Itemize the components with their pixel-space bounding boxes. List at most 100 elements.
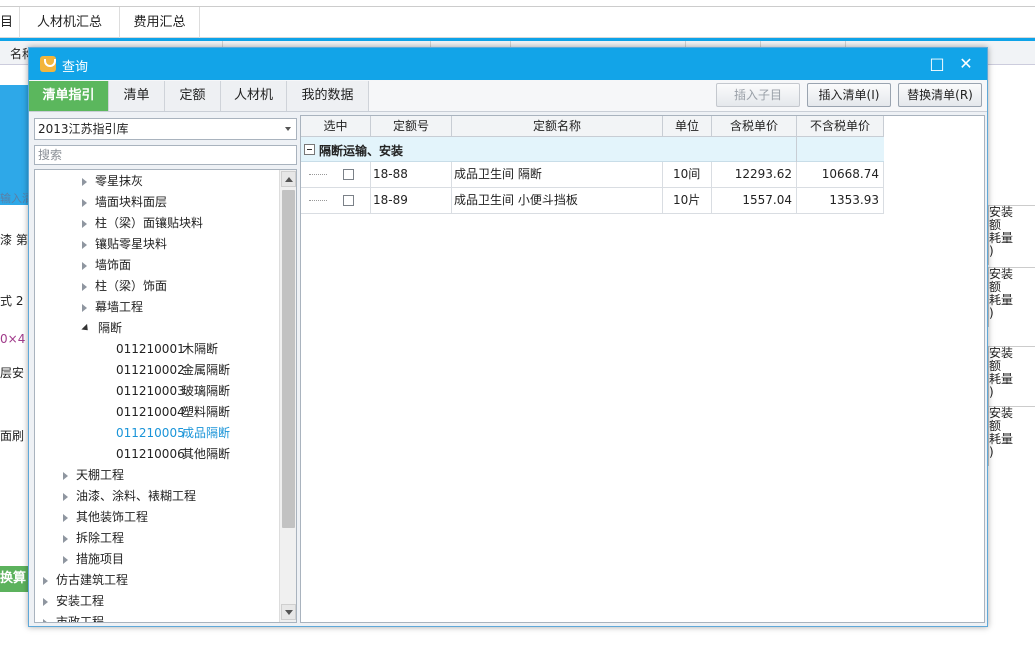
select-cell xyxy=(301,162,371,187)
table-row[interactable]: 18-89 成品卫生间 小便斗挡板 10片 1557.04 1353.93 xyxy=(301,188,884,214)
expand-icon[interactable] xyxy=(82,198,87,207)
row-checkbox[interactable] xyxy=(343,195,354,206)
tab-quota[interactable]: 定额 xyxy=(165,81,221,111)
expand-icon[interactable] xyxy=(43,618,48,622)
tab-labor-material[interactable]: 人材机 xyxy=(221,81,287,111)
expand-icon[interactable] xyxy=(82,219,87,228)
tree-node[interactable]: 油漆、涂料、裱糊工程 xyxy=(63,486,196,506)
row-checkbox[interactable] xyxy=(343,169,354,180)
tree-leaf[interactable]: 011210002金属隔断 xyxy=(116,360,230,380)
tree-node[interactable]: 幕墙工程 xyxy=(82,297,143,317)
unit-cell: 10片 xyxy=(663,188,712,213)
quota-table: 选中 定额号 定额名称 单位 含税单价 不含税单价 隔断运输、安装 18-88 … xyxy=(300,115,985,623)
tab-cost-summary[interactable]: 费用汇总 xyxy=(120,7,200,39)
tab-labor-material-summary[interactable]: 人材机汇总 xyxy=(20,7,120,39)
guide-tree: 零星抹灰 墙面块料面层 柱（梁）面镶贴块料 镶贴零星块料 墙饰面 柱（梁）饰面 … xyxy=(34,169,297,623)
tab-list[interactable]: 清单 xyxy=(109,81,165,111)
tree-node[interactable]: 镶贴零星块料 xyxy=(82,234,167,254)
tree-leaf[interactable]: 011210006其他隔断 xyxy=(116,444,230,464)
expand-icon[interactable] xyxy=(43,597,48,606)
insert-child-button[interactable]: 插入子目 xyxy=(716,83,800,107)
expand-icon[interactable] xyxy=(82,177,87,186)
unit-cell: 10间 xyxy=(663,162,712,187)
expand-icon[interactable] xyxy=(82,261,87,270)
name-cell: 成品卫生间 隔断 xyxy=(452,162,663,187)
tree-node[interactable]: 隔断 xyxy=(81,318,122,338)
insert-list-button[interactable]: 插入清单(I) xyxy=(807,83,891,107)
tree-line xyxy=(309,200,327,201)
main-tabbar: 目 人材机汇总 费用汇总 xyxy=(0,6,1035,39)
price-notax-cell: 10668.74 xyxy=(797,162,884,187)
search-input[interactable] xyxy=(34,145,297,165)
expand-icon[interactable] xyxy=(63,492,68,501)
side-text: 0×4 xyxy=(0,332,26,346)
collapse-icon[interactable] xyxy=(81,323,91,334)
tree-scrollbar[interactable] xyxy=(279,170,296,622)
dialog-title: 查询 xyxy=(62,60,89,75)
tree-node[interactable]: 柱（梁）饰面 xyxy=(82,276,167,296)
side-text: 漆 第 xyxy=(0,233,28,247)
scroll-up-button[interactable] xyxy=(281,171,296,187)
expand-icon[interactable] xyxy=(82,282,87,291)
close-icon[interactable]: ✕ xyxy=(956,54,976,74)
tree-leaf[interactable]: 011210001木隔断 xyxy=(116,339,218,359)
expand-icon[interactable] xyxy=(63,534,68,543)
tree-node[interactable]: 墙面块料面层 xyxy=(82,192,167,212)
right-cell: 安装 额 耗量 ) xyxy=(988,267,1035,327)
scroll-thumb[interactable] xyxy=(282,190,295,528)
group-row[interactable]: 隔断运输、安装 xyxy=(301,137,884,162)
library-select-value: 2013江苏指引库 xyxy=(38,122,129,136)
price-tax-cell: 1557.04 xyxy=(712,188,797,213)
col-select[interactable]: 选中 xyxy=(301,116,371,137)
right-cell: 安装 额 耗量 ) xyxy=(988,346,1035,406)
expand-icon[interactable] xyxy=(63,555,68,564)
tree-line xyxy=(309,174,327,175)
tree-node[interactable]: 天棚工程 xyxy=(63,465,124,485)
tree-node[interactable]: 柱（梁）面镶贴块料 xyxy=(82,213,203,233)
tree-node[interactable]: 市政工程 xyxy=(43,612,104,622)
conversion-tab[interactable]: 换算 xyxy=(0,566,28,592)
tree-leaf[interactable]: 011210003玻璃隔断 xyxy=(116,381,230,401)
side-text: 层安 xyxy=(0,366,25,380)
name-cell: 成品卫生间 小便斗挡板 xyxy=(452,188,663,213)
tree-leaf-selected[interactable]: 011210005成品隔断 xyxy=(116,423,230,443)
table-row[interactable]: 18-88 成品卫生间 隔断 10间 12293.62 10668.74 xyxy=(301,162,884,188)
col-code[interactable]: 定额号 xyxy=(371,116,452,137)
right-cell: 安装 额 耗量 ) xyxy=(988,205,1035,265)
side-text: 面刷 xyxy=(0,429,25,443)
expand-icon[interactable] xyxy=(43,576,48,585)
tree-node[interactable]: 措施项目 xyxy=(63,549,124,569)
expand-icon[interactable] xyxy=(82,303,87,312)
app-icon xyxy=(40,56,56,72)
tab-my-data[interactable]: 我的数据 xyxy=(287,81,369,111)
replace-list-button[interactable]: 替换清单(R) xyxy=(898,83,982,107)
tree-node[interactable]: 墙饰面 xyxy=(82,255,131,275)
select-cell xyxy=(301,188,371,213)
tree-leaf[interactable]: 011210004塑料隔断 xyxy=(116,402,230,422)
tree-node[interactable]: 仿古建筑工程 xyxy=(43,570,128,590)
maximize-icon[interactable]: □ xyxy=(927,54,947,74)
scroll-down-button[interactable] xyxy=(281,604,296,620)
collapse-icon[interactable] xyxy=(304,144,315,155)
col-price-tax[interactable]: 含税单价 xyxy=(712,116,797,137)
tree-node[interactable]: 零星抹灰 xyxy=(82,171,143,191)
col-price-notax[interactable]: 不含税单价 xyxy=(797,116,884,137)
cell-divider xyxy=(796,137,797,162)
expand-icon[interactable] xyxy=(63,513,68,522)
price-notax-cell: 1353.93 xyxy=(797,188,884,213)
chevron-down-icon xyxy=(285,127,291,131)
dialog-titlebar[interactable]: 查询 □ ✕ xyxy=(29,48,987,80)
tree-node[interactable]: 其他装饰工程 xyxy=(63,507,148,527)
tree-node[interactable]: 安装工程 xyxy=(43,591,104,611)
code-cell: 18-89 xyxy=(371,188,452,213)
expand-icon[interactable] xyxy=(63,471,68,480)
col-unit[interactable]: 单位 xyxy=(663,116,712,137)
code-cell: 18-88 xyxy=(371,162,452,187)
tab-partial[interactable]: 目 xyxy=(0,7,20,39)
tab-list-guide[interactable]: 清单指引 xyxy=(29,81,109,111)
expand-icon[interactable] xyxy=(82,240,87,249)
library-select[interactable]: 2013江苏指引库 xyxy=(34,118,297,140)
tree-node[interactable]: 拆除工程 xyxy=(63,528,124,548)
col-name[interactable]: 定额名称 xyxy=(452,116,663,137)
group-label: 隔断运输、安装 xyxy=(319,144,404,158)
